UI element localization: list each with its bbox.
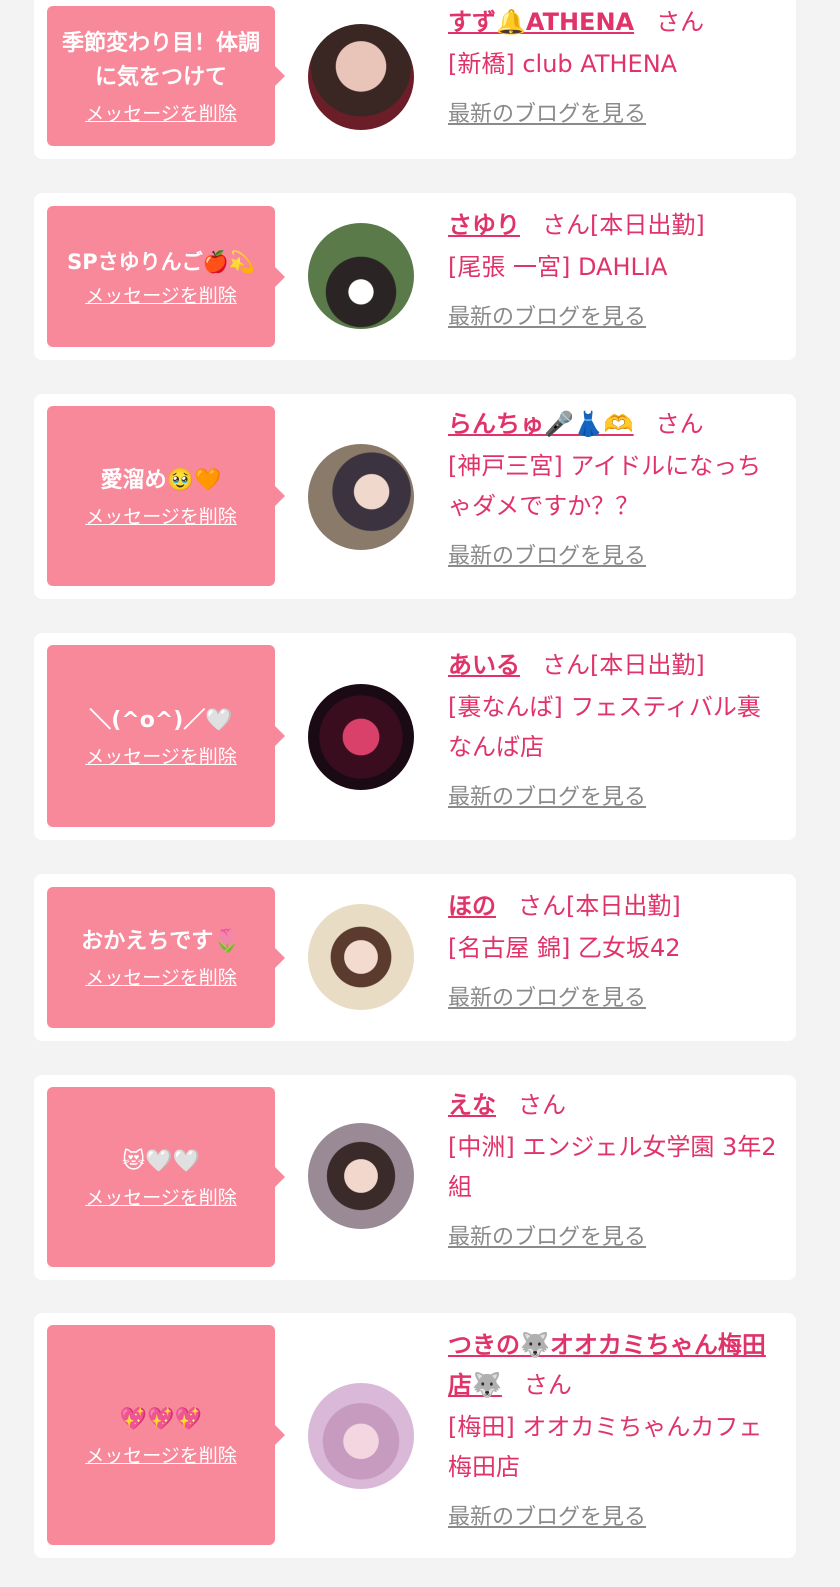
name-line: さゆり さん[本日出勤]: [448, 205, 782, 245]
message-text: 季節変わり目！体調に気をつけて: [61, 30, 260, 90]
cast-info: らんちゅ🎤👗🫶 さん [神戸三宮] アイドルになっちゃダメですか？？ 最新のブログ…: [448, 404, 782, 570]
message-card: 季節変わり目！体調に気をつけて メッセージを削除 すず🔔ATHENA さん [新橋…: [34, 0, 796, 159]
cast-name-link[interactable]: あいる: [448, 651, 520, 679]
honorific: さん: [518, 892, 566, 920]
shop-name: [尾張 一宮] DAHLIA: [448, 253, 668, 281]
delete-message-link[interactable]: メッセージを削除: [85, 281, 237, 308]
shop-name: [新橋] club ATHENA: [448, 50, 678, 78]
message-text: おかえちです🌷: [81, 929, 241, 954]
cast-name-link[interactable]: えな: [448, 1091, 496, 1119]
latest-blog-link[interactable]: 最新のブログを見る: [448, 96, 646, 128]
message-card: SPさゆりんご🍎💫 メッセージを削除 さゆり さん[本日出勤] [尾張 一宮] D…: [34, 193, 796, 360]
latest-blog-link[interactable]: 最新のブログを見る: [448, 980, 646, 1012]
delete-message-link[interactable]: メッセージを削除: [85, 963, 237, 990]
message-card: 愛溜め🥹🧡 メッセージを削除 らんちゅ🎤👗🫶 さん [神戸三宮] アイドルになっち…: [34, 394, 796, 599]
cast-name-link[interactable]: さゆり: [448, 211, 520, 239]
honorific: さん: [542, 211, 590, 239]
shop-name: [名古屋 錦] 乙女坂42: [448, 934, 681, 962]
cast-info: ほの さん[本日出勤] [名古屋 錦] 乙女坂42 最新のブログを見る: [448, 886, 782, 1012]
message-bubble: 💖💖💖 メッセージを削除: [47, 1325, 275, 1545]
message-text: 😻🤍🤍: [122, 1148, 200, 1174]
name-line: らんちゅ🎤👗🫶 さん: [448, 404, 782, 444]
delete-message-link[interactable]: メッセージを削除: [85, 502, 237, 529]
cast-info: えな さん [中洲] エンジェル女学園 3年2組 最新のブログを見る: [448, 1085, 782, 1251]
working-today-badge: [本日出勤]: [590, 651, 705, 679]
cast-name-link[interactable]: らんちゅ🎤👗🫶: [448, 410, 634, 438]
avatar[interactable]: [308, 444, 414, 550]
latest-blog-link[interactable]: 最新のブログを見る: [448, 538, 646, 570]
delete-message-link[interactable]: メッセージを削除: [85, 1183, 237, 1210]
delete-message-link[interactable]: メッセージを削除: [85, 1441, 237, 1468]
message-bubble: ＼(^o^)／🤍 メッセージを削除: [47, 645, 275, 827]
message-text: 愛溜め🥹🧡: [100, 467, 222, 493]
message-card: おかえちです🌷 メッセージを削除 ほの さん[本日出勤] [名古屋 錦] 乙女坂4…: [34, 874, 796, 1041]
name-line: ほの さん[本日出勤]: [448, 886, 782, 926]
latest-blog-link[interactable]: 最新のブログを見る: [448, 779, 646, 811]
name-line: すず🔔ATHENA さん: [448, 2, 782, 42]
delete-message-link[interactable]: メッセージを削除: [85, 742, 237, 769]
name-line: あいる さん[本日出勤]: [448, 645, 782, 685]
latest-blog-link[interactable]: 最新のブログを見る: [448, 1219, 646, 1251]
name-line: えな さん: [448, 1085, 782, 1125]
cast-info: さゆり さん[本日出勤] [尾張 一宮] DAHLIA 最新のブログを見る: [448, 205, 782, 331]
working-today-badge: [本日出勤]: [566, 892, 681, 920]
message-bubble: 季節変わり目！体調に気をつけて メッセージを削除: [47, 6, 275, 146]
message-card: ＼(^o^)／🤍 メッセージを削除 あいる さん[本日出勤] [裏なんば] フェス…: [34, 633, 796, 840]
avatar[interactable]: [308, 24, 414, 130]
avatar[interactable]: [308, 684, 414, 790]
shop-name: [裏なんば] フェスティバル裏なんば店: [448, 693, 761, 761]
delete-message-link[interactable]: メッセージを削除: [85, 99, 237, 126]
honorific: さん: [523, 1371, 572, 1399]
message-card: 😻🤍🤍 メッセージを削除 えな さん [中洲] エンジェル女学園 3年2組 最新の…: [34, 1075, 796, 1280]
avatar[interactable]: [308, 223, 414, 329]
honorific: さん: [656, 8, 705, 36]
message-text: 💖💖💖: [119, 1406, 203, 1432]
cast-info: あいる さん[本日出勤] [裏なんば] フェスティバル裏なんば店 最新のブログを見…: [448, 645, 782, 811]
avatar[interactable]: [308, 904, 414, 1010]
message-bubble: SPさゆりんご🍎💫 メッセージを削除: [47, 206, 275, 347]
message-bubble: 愛溜め🥹🧡 メッセージを削除: [47, 406, 275, 586]
honorific: さん: [518, 1091, 566, 1119]
message-bubble: おかえちです🌷 メッセージを削除: [47, 887, 275, 1028]
avatar[interactable]: [308, 1123, 414, 1229]
working-today-badge: [本日出勤]: [590, 211, 705, 239]
shop-name: [梅田] オオカミちゃんカフェ梅田店: [448, 1413, 763, 1481]
shop-name: [中洲] エンジェル女学園 3年2組: [448, 1133, 777, 1201]
honorific: さん: [542, 651, 590, 679]
cast-name-link[interactable]: ほの: [448, 892, 496, 920]
avatar[interactable]: [308, 1383, 414, 1489]
cast-info: すず🔔ATHENA さん [新橋] club ATHENA 最新のブログを見る: [448, 2, 782, 128]
cast-name-link[interactable]: つきの🐺オオカミちゃん梅田店🐺: [448, 1331, 766, 1399]
message-card: 💖💖💖 メッセージを削除 つきの🐺オオカミちゃん梅田店🐺 さん [梅田] オオカミ…: [34, 1313, 796, 1558]
shop-name: [神戸三宮] アイドルになっちゃダメですか？？: [448, 452, 762, 520]
message-bubble: 😻🤍🤍 メッセージを削除: [47, 1087, 275, 1267]
honorific: さん: [655, 410, 704, 438]
latest-blog-link[interactable]: 最新のブログを見る: [448, 299, 646, 331]
message-text: SPさゆりんご🍎💫: [67, 250, 255, 274]
latest-blog-link[interactable]: 最新のブログを見る: [448, 1499, 646, 1531]
cast-name-link[interactable]: すず🔔ATHENA: [448, 8, 634, 36]
message-text: ＼(^o^)／🤍: [89, 707, 233, 733]
cast-info: つきの🐺オオカミちゃん梅田店🐺 さん [梅田] オオカミちゃんカフェ梅田店 最新の…: [448, 1325, 782, 1531]
name-line: つきの🐺オオカミちゃん梅田店🐺 さん: [448, 1325, 782, 1405]
